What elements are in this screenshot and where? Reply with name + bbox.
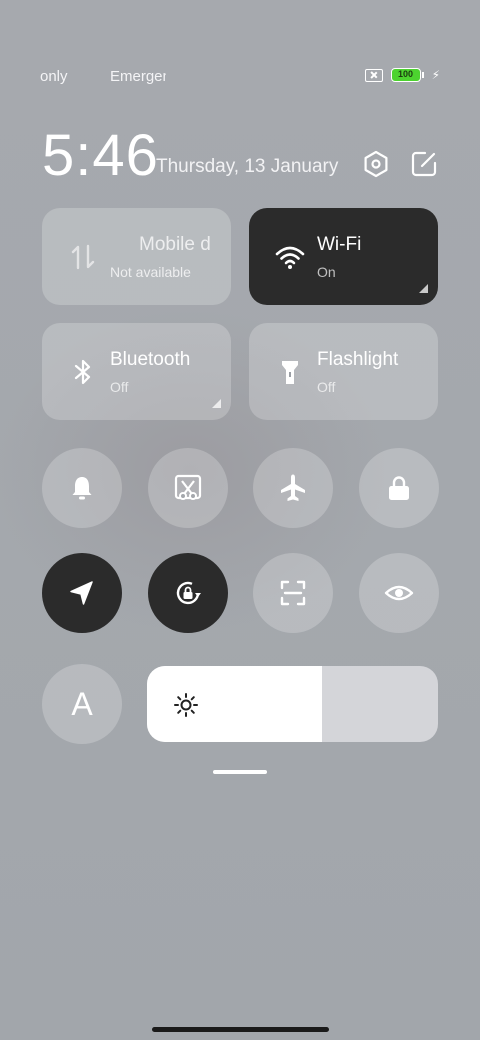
lock-icon: [389, 476, 409, 500]
sun-icon: [174, 693, 198, 717]
wifi-icon: [275, 246, 305, 269]
settings-icon[interactable]: [362, 150, 390, 178]
scan-icon: [280, 580, 306, 606]
tile-title: Mobile data: [139, 234, 211, 255]
location-icon: [70, 581, 93, 605]
screenshot-toggle[interactable]: [148, 448, 228, 528]
battery-level: 100: [390, 68, 421, 82]
scanner-toggle[interactable]: [253, 553, 333, 633]
no-sim-icon: [364, 68, 383, 82]
drag-handle[interactable]: [213, 770, 267, 774]
rotation-lock-toggle[interactable]: [148, 553, 228, 633]
flashlight-tile[interactable]: Flashlight Off: [249, 323, 438, 420]
tile-title: Wi-Fi: [317, 234, 362, 255]
home-indicator[interactable]: [152, 1027, 329, 1032]
screenshot-icon: [174, 474, 202, 500]
edit-icon[interactable]: [410, 150, 438, 178]
mobile-data-icon: [71, 244, 95, 270]
carrier-label: only: [40, 68, 68, 85]
charging-icon: ⚡: [431, 68, 440, 82]
airplane-mode-toggle[interactable]: [253, 448, 333, 528]
tile-subtitle: On: [317, 264, 336, 280]
wifi-tile[interactable]: Wi-Fi On: [249, 208, 438, 305]
auto-brightness-label: A: [71, 685, 93, 722]
airplane-icon: [281, 474, 305, 501]
reading-mode-toggle[interactable]: [359, 553, 439, 633]
bluetooth-icon: [74, 359, 91, 385]
status-icons: 100 ⚡: [364, 68, 440, 82]
tile-subtitle: Off: [317, 379, 336, 395]
eye-icon: [384, 585, 414, 601]
expand-corner-icon[interactable]: [419, 284, 428, 293]
tile-subtitle: Not available: [110, 264, 191, 280]
tile-title: Bluetooth: [110, 349, 191, 370]
location-toggle[interactable]: [42, 553, 122, 633]
status-bar: only Emergency 100 ⚡: [0, 66, 480, 88]
bell-icon: [72, 477, 92, 500]
brightness-slider[interactable]: [147, 666, 438, 742]
battery-icon: 100: [390, 68, 424, 82]
clock: 5:46: [42, 123, 159, 188]
mobile-data-tile[interactable]: Mobile data Not available: [42, 208, 231, 305]
emergency-label: Emergency: [110, 68, 166, 85]
bluetooth-tile[interactable]: Bluetooth Off: [42, 323, 231, 420]
date-label: Thursday, 13 January: [156, 156, 339, 177]
expand-corner-icon[interactable]: [212, 399, 221, 408]
sound-toggle[interactable]: [42, 448, 122, 528]
tile-subtitle: Off: [110, 379, 129, 395]
auto-brightness-toggle[interactable]: A: [42, 664, 122, 744]
flashlight-icon: [282, 361, 298, 384]
rotation-lock-icon: [176, 581, 201, 605]
lock-screen-toggle[interactable]: [359, 448, 439, 528]
tile-title: Flashlight: [317, 349, 399, 370]
